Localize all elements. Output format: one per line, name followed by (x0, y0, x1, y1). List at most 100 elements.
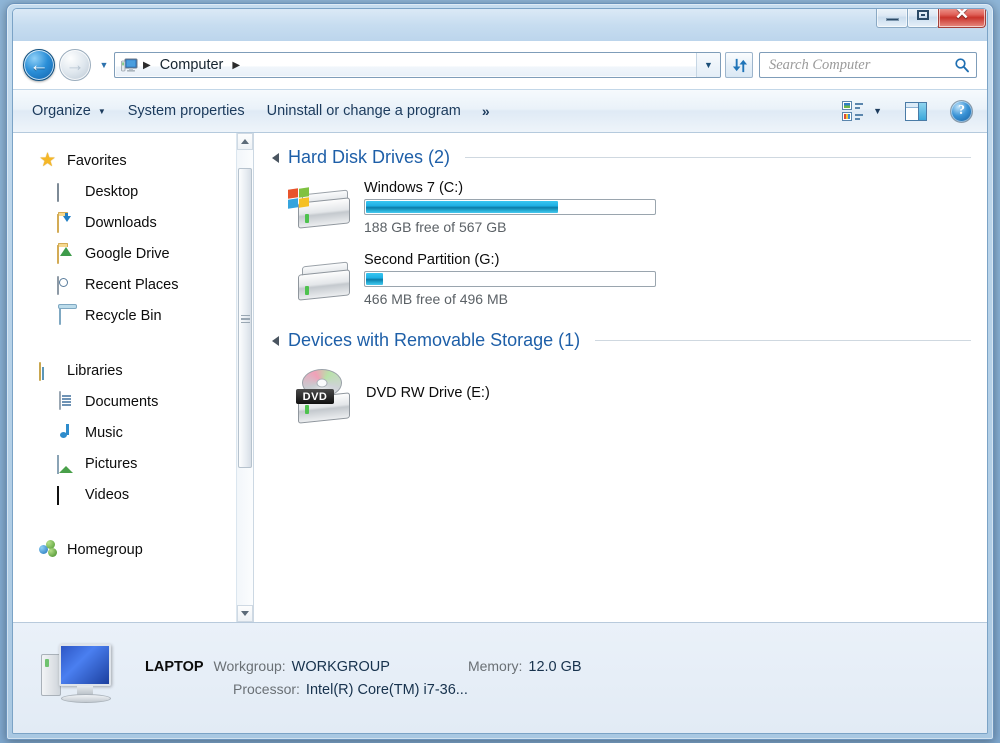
breadcrumb-computer[interactable]: Computer (156, 57, 228, 73)
computer-icon (121, 57, 138, 74)
chevron-down-icon: ▼ (873, 106, 882, 116)
sidebar-item-videos[interactable]: Videos (13, 479, 253, 510)
chevron-down-icon: ▼ (99, 60, 109, 70)
uninstall-program-button[interactable]: Uninstall or change a program (256, 98, 472, 124)
section-title-hard-disk-drives: Hard Disk Drives (2) (288, 147, 451, 167)
scrollbar-track[interactable] (237, 150, 253, 605)
view-dropdown-button[interactable]: ▼ (871, 103, 898, 119)
restore-icon (917, 10, 929, 20)
drive-free-g: 466 MB free of 496 MB (364, 291, 508, 307)
section-header-removable-storage[interactable]: Devices with Removable Storage (1) (270, 330, 971, 351)
breadcrumb-separator-1[interactable]: ▶ (140, 60, 154, 71)
sidebar-label-videos: Videos (85, 486, 130, 503)
navigation-buttons: ← → ▼ (23, 49, 114, 81)
change-view-button[interactable] (835, 97, 871, 125)
sidebar-item-homegroup[interactable]: Homegroup (13, 534, 253, 565)
chevron-down-icon: ▼ (704, 60, 713, 70)
chevron-down-icon: ▼ (97, 106, 106, 116)
back-button[interactable]: ← (23, 49, 55, 81)
drive-info-c: Windows 7 (C:) 188 GB free of 567 GB (364, 176, 656, 235)
search-input[interactable]: Search Computer (769, 57, 954, 74)
refresh-button[interactable] (725, 52, 753, 78)
capacity-bar-fill-c (366, 201, 559, 213)
explorer-window: ✕ ← → ▼ ▶ Computer ▶ ▼ Search Computer O… (6, 3, 994, 740)
videos-filmstrip-icon (57, 485, 76, 505)
drive-name-g: Second Partition (G:) (364, 252, 500, 268)
uninstall-label: Uninstall or change a program (266, 103, 461, 119)
scrollbar-thumb[interactable] (238, 168, 252, 468)
sidebar-label-recent-places: Recent Places (85, 276, 179, 293)
google-drive-icon (57, 244, 76, 264)
sidebar-label-recycle-bin: Recycle Bin (85, 307, 162, 324)
drive-item-e[interactable]: DVD DVD RW Drive (E:) (288, 361, 971, 425)
file-list-pane[interactable]: Hard Disk Drives (2) Windows 7 (C:) 188 … (254, 133, 987, 622)
forward-arrow-icon: → (65, 54, 85, 76)
search-box[interactable]: Search Computer (759, 52, 977, 78)
sidebar-item-desktop[interactable]: Desktop (13, 176, 253, 207)
command-bar: Organize ▼ System properties Uninstall o… (13, 89, 987, 133)
recent-places-icon (57, 275, 76, 295)
close-button[interactable]: ✕ (938, 8, 986, 28)
sidebar-item-music[interactable]: Music (13, 417, 253, 448)
drive-item-g[interactable]: Second Partition (G:) 466 MB free of 496… (288, 248, 971, 312)
drive-item-c[interactable]: Windows 7 (C:) 188 GB free of 567 GB (288, 176, 971, 240)
section-header-hard-disk-drives[interactable]: Hard Disk Drives (2) (270, 147, 971, 168)
sidebar-item-google-drive[interactable]: Google Drive (13, 238, 253, 269)
processor-value: Intel(R) Core(TM) i7-36... (305, 682, 468, 698)
sidebar-gap-2 (13, 514, 253, 534)
sidebar-item-downloads[interactable]: Downloads (13, 207, 253, 238)
title-bar: ✕ (13, 9, 987, 41)
sidebar-label-libraries: Libraries (67, 362, 123, 379)
sidebar-label-desktop: Desktop (85, 183, 139, 200)
desktop-icon (57, 182, 76, 202)
sidebar-gap-1 (13, 335, 253, 355)
sidebar-label-pictures: Pictures (85, 455, 138, 472)
scroll-down-button[interactable] (237, 605, 253, 622)
address-bar-row: ← → ▼ ▶ Computer ▶ ▼ Search Computer (13, 41, 987, 89)
breadcrumb: ▶ Computer ▶ (115, 57, 696, 74)
sidebar-item-documents[interactable]: Documents (13, 386, 253, 417)
address-bar[interactable]: ▶ Computer ▶ ▼ (114, 52, 721, 78)
navigation-scrollbar[interactable] (236, 133, 253, 622)
organize-label: Organize (32, 103, 91, 119)
section-divider (595, 340, 971, 341)
sidebar-label-homegroup: Homegroup (67, 541, 143, 558)
restore-button[interactable] (907, 9, 939, 28)
system-properties-button[interactable]: System properties (117, 98, 256, 124)
dvd-drive-icon: DVD (288, 369, 354, 425)
search-icon (955, 58, 969, 73)
dvd-badge: DVD (296, 389, 334, 404)
scrollbar-grip-icon (240, 314, 250, 323)
preview-pane-icon (905, 101, 927, 121)
star-icon: ★ (39, 150, 57, 171)
collapse-triangle-icon[interactable] (272, 152, 279, 163)
sidebar-item-favorites[interactable]: ★ Favorites (13, 145, 253, 176)
address-dropdown-button[interactable]: ▼ (696, 53, 720, 77)
organize-button[interactable]: Organize ▼ (21, 98, 117, 124)
section-divider (465, 157, 971, 158)
change-view-icon (842, 100, 864, 122)
sidebar-label-google-drive: Google Drive (85, 245, 170, 262)
scroll-up-button[interactable] (237, 133, 253, 150)
memory-group: Memory: 12.0 GB (468, 658, 582, 675)
recent-pages-dropdown[interactable]: ▼ (96, 50, 112, 80)
navigation-pane: ★ Favorites Desktop Downloads Google Dri… (13, 133, 253, 622)
sidebar-item-pictures[interactable]: Pictures (13, 448, 253, 479)
sidebar-label-downloads: Downloads (85, 214, 157, 231)
workgroup-label: Workgroup: (213, 658, 286, 674)
capacity-bar-c (364, 199, 656, 215)
toolbar-overflow-button[interactable]: » (472, 99, 499, 123)
collapse-triangle-icon[interactable] (272, 335, 279, 346)
minimize-button[interactable] (876, 9, 908, 28)
close-icon: ✕ (954, 8, 970, 23)
breadcrumb-separator-2[interactable]: ▶ (229, 60, 243, 71)
forward-button[interactable]: → (59, 49, 91, 81)
preview-pane-button[interactable] (898, 99, 943, 124)
window-inner: ✕ ← → ▼ ▶ Computer ▶ ▼ Search Computer O… (12, 8, 988, 734)
help-button[interactable]: ? (943, 97, 979, 126)
sidebar-item-recent-places[interactable]: Recent Places (13, 269, 253, 300)
homegroup-icon (39, 540, 58, 559)
sidebar-item-libraries[interactable]: Libraries (13, 355, 253, 386)
sidebar-item-recycle-bin[interactable]: Recycle Bin (13, 300, 253, 331)
help-icon: ? (950, 99, 973, 123)
